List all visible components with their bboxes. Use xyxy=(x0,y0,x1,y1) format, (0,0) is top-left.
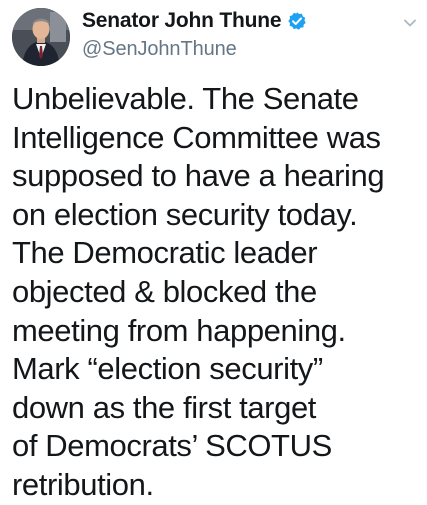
tweet-line: meeting from happening. xyxy=(12,312,346,348)
tweet-line: on election security today. xyxy=(12,196,358,232)
tweet-line: Intelligence Committee was xyxy=(12,119,381,155)
user-handle[interactable]: @SenJohnThune xyxy=(82,38,307,61)
tweet-line: supposed to have a hearing xyxy=(12,158,385,194)
tweet-card: Senator John Thune @SenJohnThune Unbelie… xyxy=(0,0,427,502)
verified-badge-icon xyxy=(287,11,307,31)
tweet-line: Mark “election security” xyxy=(12,351,323,387)
tweet-line: of Democrats’ SCOTUS xyxy=(12,428,332,464)
tweet-line: Unbelievable. The Senate xyxy=(12,81,359,116)
tweet-line: down as the first target xyxy=(12,389,317,425)
display-name[interactable]: Senator John Thune xyxy=(82,9,282,33)
tweet-line: retribution. xyxy=(12,466,154,502)
tweet-text: Unbelievable. The Senate Intelligence Co… xyxy=(12,80,422,505)
tweet-line: objected & blocked the xyxy=(12,273,317,309)
tweet-line: The Democratic leader xyxy=(12,235,318,271)
tweet-header: Senator John Thune @SenJohnThune xyxy=(82,6,307,61)
name-row: Senator John Thune xyxy=(82,6,307,36)
chevron-down-icon[interactable] xyxy=(399,12,421,34)
avatar[interactable] xyxy=(12,8,70,66)
